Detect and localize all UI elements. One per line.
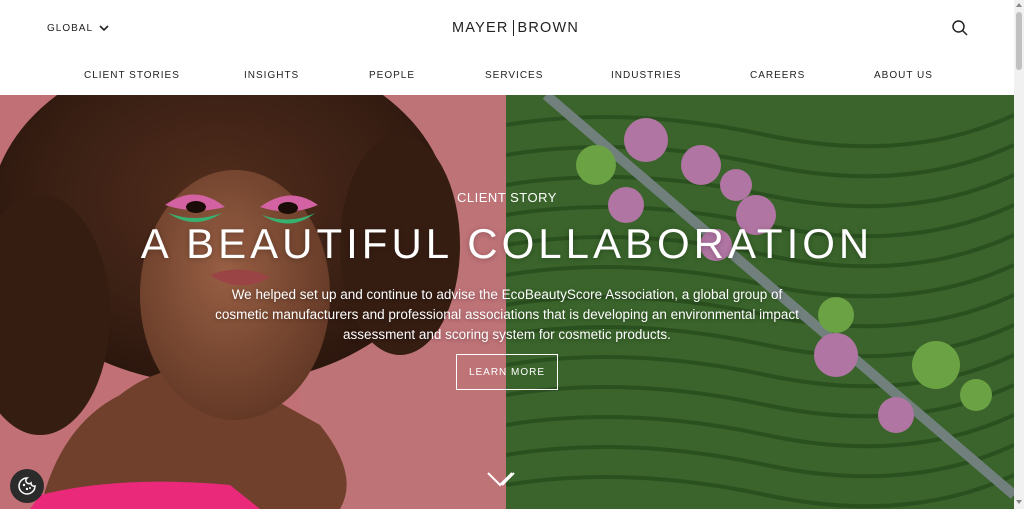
region-selector[interactable]: GLOBAL xyxy=(47,23,109,34)
nav-careers[interactable]: CAREERS xyxy=(750,70,805,81)
site-logo[interactable]: MAYER BROWN xyxy=(452,20,579,36)
nav-services[interactable]: SERVICES xyxy=(485,70,543,81)
page-scrollbar[interactable] xyxy=(1014,0,1024,509)
search-icon xyxy=(952,20,968,36)
double-chevron-down-icon xyxy=(487,472,515,487)
main-nav: CLIENT STORIES INSIGHTS PEOPLE SERVICES … xyxy=(0,70,1014,84)
cookie-settings-button[interactable] xyxy=(10,469,44,503)
nav-about-us[interactable]: ABOUT US xyxy=(874,70,933,81)
nav-people[interactable]: PEOPLE xyxy=(369,70,415,81)
hero-banner: CLIENT STORY A BEAUTIFUL COLLABORATION W… xyxy=(0,95,1014,509)
scroll-up-icon[interactable] xyxy=(1016,3,1022,7)
nav-client-stories[interactable]: CLIENT STORIES xyxy=(84,70,180,81)
cookie-icon xyxy=(18,477,36,495)
hero-content: CLIENT STORY A BEAUTIFUL COLLABORATION W… xyxy=(0,95,1014,509)
hero-description: We helped set up and continue to advise … xyxy=(215,287,799,342)
scroll-down-icon[interactable] xyxy=(1016,500,1022,504)
region-label: GLOBAL xyxy=(47,23,94,34)
logo-right: BROWN xyxy=(517,20,580,36)
hero-headline: A BEAUTIFUL COLLABORATION xyxy=(140,220,874,267)
nav-insights[interactable]: INSIGHTS xyxy=(244,70,299,81)
learn-more-button[interactable]: LEARN MORE xyxy=(456,354,558,390)
chevron-down-icon xyxy=(99,25,109,32)
logo-divider xyxy=(512,20,514,36)
scroll-thumb[interactable] xyxy=(1016,12,1022,70)
hero-eyebrow: CLIENT STORY xyxy=(457,190,557,205)
site-header: GLOBAL MAYER BROWN CLIENT STORIES INSIGH… xyxy=(0,0,1014,95)
scroll-down-button[interactable] xyxy=(486,471,528,500)
search-button[interactable] xyxy=(951,19,969,42)
logo-left: MAYER xyxy=(452,20,509,36)
nav-industries[interactable]: INDUSTRIES xyxy=(611,70,682,81)
